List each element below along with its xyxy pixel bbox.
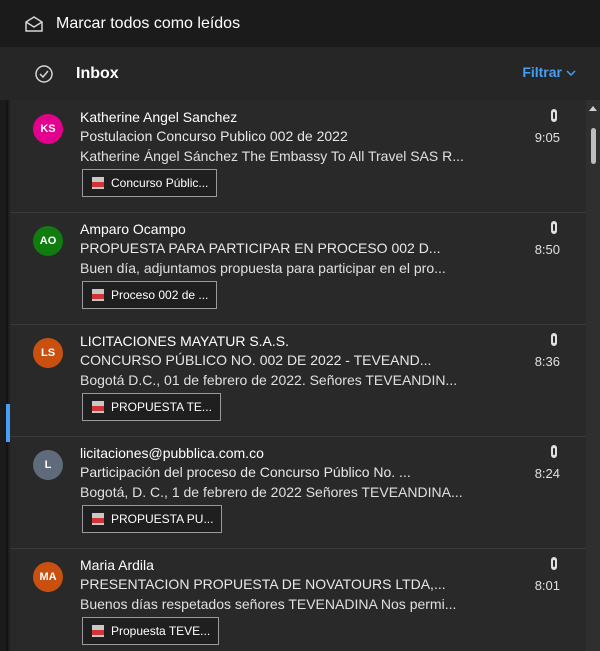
message-list: KS Katherine Angel Sanchez Postulacion C… (10, 100, 586, 651)
paperclip-icon (548, 556, 560, 572)
message-item[interactable]: L licitaciones@pubblica.com.co Participa… (10, 436, 586, 549)
message-sender: Amparo Ocampo (80, 221, 186, 237)
paperclip-icon (548, 220, 560, 236)
message-preview: Bogotá, D. C., 1 de febrero de 2022 Seño… (80, 484, 463, 500)
avatar: L (33, 450, 63, 480)
message-time: 8:50 (534, 242, 560, 257)
scroll-up-arrow-icon[interactable] (589, 106, 597, 111)
check-circle-icon[interactable] (34, 64, 54, 84)
attachment-chip[interactable]: PROPUESTA PU... (82, 505, 223, 533)
message-item[interactable]: MA Maria Ardila PRESENTACION PROPUESTA D… (10, 548, 586, 651)
message-subject: PROPUESTA PARA PARTICIPAR EN PROCESO 002… (80, 240, 441, 256)
vertical-scrollbar[interactable] (586, 100, 600, 651)
mail-window: Marcar todos como leídos Inbox Filtrar K… (0, 0, 600, 651)
avatar: LS (33, 338, 63, 368)
message-time: 9:05 (534, 130, 560, 145)
message-preview: Katherine Ángel Sánchez The Embassy To A… (80, 148, 464, 164)
pdf-file-icon (91, 400, 105, 414)
avatar: AO (33, 226, 63, 256)
message-sender: licitaciones@pubblica.com.co (80, 445, 264, 461)
attachment-name: PROPUESTA PU... (111, 512, 214, 526)
mark-all-read-label: Marcar todos como leídos (56, 14, 241, 32)
message-subject: Participación del proceso de Concurso Pú… (80, 464, 411, 480)
attachment-name: Proceso 002 de ... (111, 288, 209, 302)
envelope-open-icon (24, 14, 44, 34)
filter-button[interactable]: Filtrar (522, 64, 576, 80)
message-sender: Maria Ardila (80, 557, 154, 573)
avatar-initials: MA (39, 571, 57, 583)
paperclip-icon (548, 108, 560, 124)
attachment-name: PROPUESTA TE... (111, 400, 212, 414)
message-subject: Postulacion Concurso Publico 002 de 2022 (80, 128, 348, 144)
attachment-chip[interactable]: PROPUESTA TE... (82, 393, 221, 421)
avatar: KS (33, 114, 63, 144)
mark-all-read-button[interactable]: Marcar todos como leídos (0, 0, 600, 47)
pdf-file-icon (91, 288, 105, 302)
inbox-header: Inbox Filtrar (0, 47, 600, 100)
message-sender: LICITACIONES MAYATUR S.A.S. (80, 333, 289, 349)
attachment-name: Concurso Públic... (111, 176, 209, 190)
pdf-file-icon (91, 176, 105, 190)
attachment-chip[interactable]: Propuesta TEVE... (82, 617, 220, 645)
attachment-chip[interactable]: Proceso 002 de ... (82, 281, 218, 309)
avatar-initials: KS (40, 123, 56, 135)
avatar-initials: L (44, 459, 52, 471)
message-item[interactable]: LS LICITACIONES MAYATUR S.A.S. CONCURSO … (10, 324, 586, 437)
message-preview: Bogotá D.C., 01 de febrero de 2022. Seño… (80, 372, 458, 388)
avatar-initials: LS (40, 347, 56, 359)
attachment-chip[interactable]: Concurso Públic... (82, 169, 218, 197)
folder-title: Inbox (76, 64, 119, 82)
message-subject: CONCURSO PÚBLICO NO. 002 DE 2022 - TEVEA… (80, 352, 432, 368)
message-time: 8:01 (534, 578, 560, 593)
message-preview: Buenos días respetados señores TEVENADIN… (80, 596, 457, 612)
message-item[interactable]: AO Amparo Ocampo PROPUESTA PARA PARTICIP… (10, 212, 586, 325)
chevron-down-icon (566, 64, 576, 80)
attachment-name: Propuesta TEVE... (111, 624, 211, 638)
message-time: 8:36 (534, 354, 560, 369)
avatar-initials: AO (39, 235, 57, 247)
pdf-file-icon (91, 512, 105, 526)
message-subject: PRESENTACION PROPUESTA DE NOVATOURS LTDA… (80, 576, 446, 592)
pdf-file-icon (91, 624, 105, 638)
scroll-thumb[interactable] (591, 128, 596, 164)
paperclip-icon (548, 444, 560, 460)
message-preview: Buen día, adjuntamos propuesta para part… (80, 260, 446, 276)
message-sender: Katherine Angel Sanchez (80, 109, 238, 125)
paperclip-icon (548, 332, 560, 348)
message-time: 8:24 (534, 466, 560, 481)
nav-divider (6, 100, 8, 651)
avatar: MA (33, 562, 63, 592)
filter-label: Filtrar (522, 64, 562, 80)
message-item[interactable]: KS Katherine Angel Sanchez Postulacion C… (10, 100, 586, 213)
